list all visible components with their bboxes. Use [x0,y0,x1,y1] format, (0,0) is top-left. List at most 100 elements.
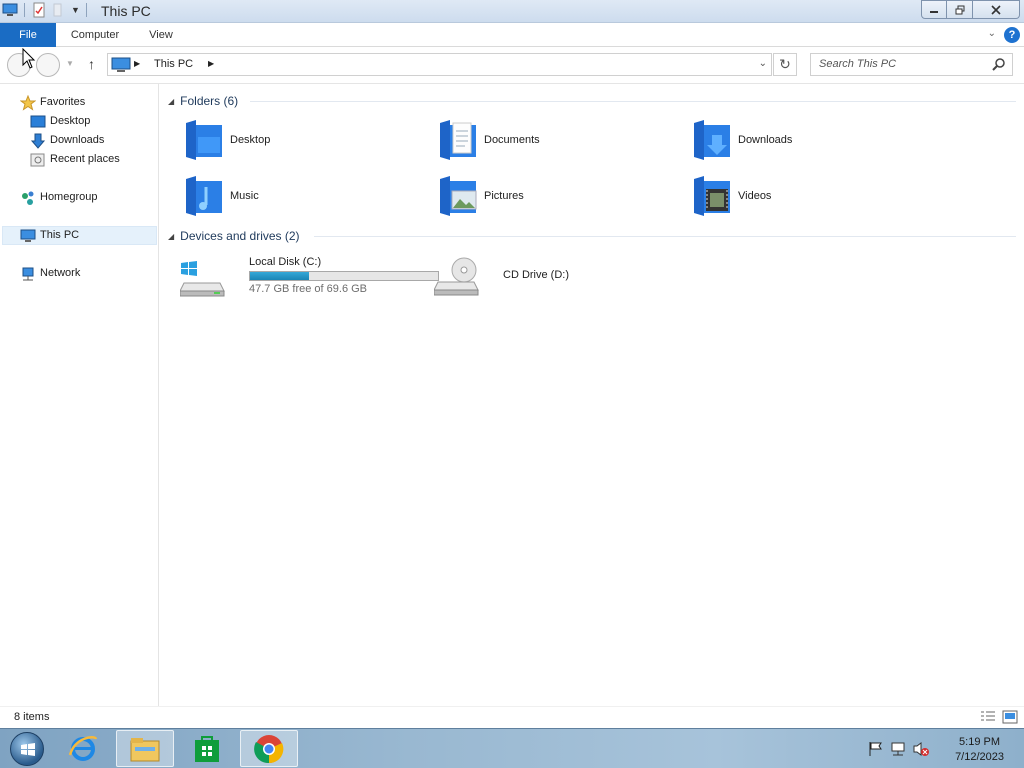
nav-network[interactable]: Network [20,264,80,283]
navigation-bar: ▼ ↑ ▶ This PC ▶ ⌄ ↻ Search This PC [0,47,1024,84]
chrome-icon [254,734,284,763]
tab-file[interactable]: File [0,23,56,47]
nav-homegroup[interactable]: Homegroup [20,188,97,207]
item-count: 8 items [14,711,50,723]
nav-favorites-label: Favorites [40,96,86,108]
folder-desktop[interactable]: Desktop [184,119,270,161]
new-folder-icon[interactable] [51,2,67,18]
volume-muted-icon[interactable] [912,741,930,760]
folders-header-label: Folders (6) [180,94,239,108]
collapse-arrow-icon: ◢ [168,96,175,106]
homegroup-icon [20,190,36,206]
minimize-button[interactable] [921,0,947,19]
ribbon: File Computer View ⌄ ? [0,23,1024,47]
taskbar-chrome[interactable] [240,730,298,767]
computer-icon[interactable] [2,2,18,18]
breadcrumb-arrow-icon[interactable]: ▶ [208,59,214,68]
refresh-icon: ↻ [779,56,791,72]
folder-label: Desktop [230,134,271,146]
close-icon [991,4,1001,15]
address-bar[interactable]: ▶ This PC ▶ ⌄ [107,53,772,76]
restore-icon [955,5,964,14]
address-history-icon[interactable]: ⌄ [759,58,767,69]
cd-drive-icon [434,257,479,296]
network-status-icon[interactable] [890,741,906,760]
nav-this-pc[interactable]: This PC [2,226,157,245]
drive-name: CD Drive (D:) [503,269,569,281]
drive-cd-d[interactable]: CD Drive (D:) [434,256,574,296]
taskbar-file-explorer[interactable] [116,730,174,767]
devices-group-header[interactable]: ◢ Devices and drives (2) [168,226,300,246]
mouse-cursor-icon [22,48,36,69]
drive-free-space: 47.7 GB free of 69.6 GB [249,283,368,295]
tab-computer[interactable]: Computer [62,23,128,47]
details-view-icon[interactable] [980,710,996,727]
folder-videos[interactable]: Videos [692,175,771,217]
breadcrumb-arrow-icon[interactable]: ▶ [134,59,140,68]
folder-downloads[interactable]: Downloads [692,119,792,161]
expand-ribbon-icon[interactable]: ⌄ [988,28,996,39]
documents-folder-icon [440,120,476,160]
folder-label: Music [230,190,259,202]
up-arrow-icon[interactable]: ↑ [88,56,95,72]
window-title: This PC [101,3,151,19]
forward-button[interactable] [36,53,60,77]
file-explorer-icon [130,737,160,761]
customize-toolbar-icon[interactable]: ▼ [71,5,80,15]
clock[interactable]: 5:19 PM 7/12/2023 [955,735,1004,765]
star-icon [19,94,37,111]
view-switcher [980,710,1018,727]
taskbar-internet-explorer[interactable] [54,730,112,767]
restore-button[interactable] [947,0,973,19]
folders-group-header[interactable]: ◢ Folders (6) [168,91,238,111]
downloads-folder-icon [694,120,730,160]
breadcrumb-this-pc[interactable]: This PC [154,58,193,70]
folder-music[interactable]: Music [184,175,259,217]
nav-recent-places[interactable]: Recent places [30,150,120,169]
nav-network-label: Network [40,267,81,279]
drive-local-disk-c[interactable]: Local Disk (C:) 47.7 GB free of 69.6 GB [180,256,440,297]
minimize-icon [930,10,938,13]
download-arrow-icon [30,133,46,149]
folder-pictures[interactable]: Pictures [438,175,524,217]
nav-desktop[interactable]: Desktop [30,112,90,131]
nav-downloads[interactable]: Downloads [30,131,104,150]
recent-locations-icon[interactable]: ▼ [66,59,74,68]
nav-this-pc-label: This PC [40,229,80,241]
drive-usage-bar [249,271,439,281]
close-button[interactable] [973,0,1020,19]
store-icon [195,735,219,762]
taskbar-store[interactable] [178,730,236,767]
recent-places-icon [30,152,46,168]
window-controls [921,0,1020,19]
taskbar: 5:19 PM 7/12/2023 [0,728,1024,768]
action-center-flag-icon[interactable] [868,741,884,760]
devices-header-label: Devices and drives (2) [180,229,300,243]
tab-view[interactable]: View [140,23,182,47]
folder-label: Pictures [484,190,524,202]
network-icon [20,266,36,282]
nav-downloads-label: Downloads [50,134,105,146]
nav-favorites[interactable]: Favorites [19,93,86,112]
clock-date: 7/12/2023 [955,751,1004,763]
folder-label: Videos [738,190,772,202]
computer-icon [20,228,36,244]
search-icon[interactable] [992,57,1006,74]
folder-label: Documents [484,134,540,146]
navigation-pane: Favorites Desktop Downloads Recent place… [0,84,159,728]
large-icons-view-icon[interactable] [1002,710,1018,727]
drive-name: Local Disk (C:) [249,256,322,268]
start-button[interactable] [10,732,44,766]
toolbar-separator [24,3,25,17]
toolbar-separator [85,3,87,17]
nav-desktop-label: Desktop [50,115,91,127]
folder-label: Downloads [738,134,793,146]
group-divider [250,101,1016,102]
refresh-button[interactable]: ↻ [773,53,797,76]
search-input[interactable]: Search This PC [810,53,1013,76]
help-icon[interactable]: ? [1004,27,1020,43]
properties-icon[interactable] [31,2,47,18]
group-divider [314,236,1016,237]
folder-documents[interactable]: Documents [438,119,540,161]
clock-time: 5:19 PM [959,736,1001,748]
